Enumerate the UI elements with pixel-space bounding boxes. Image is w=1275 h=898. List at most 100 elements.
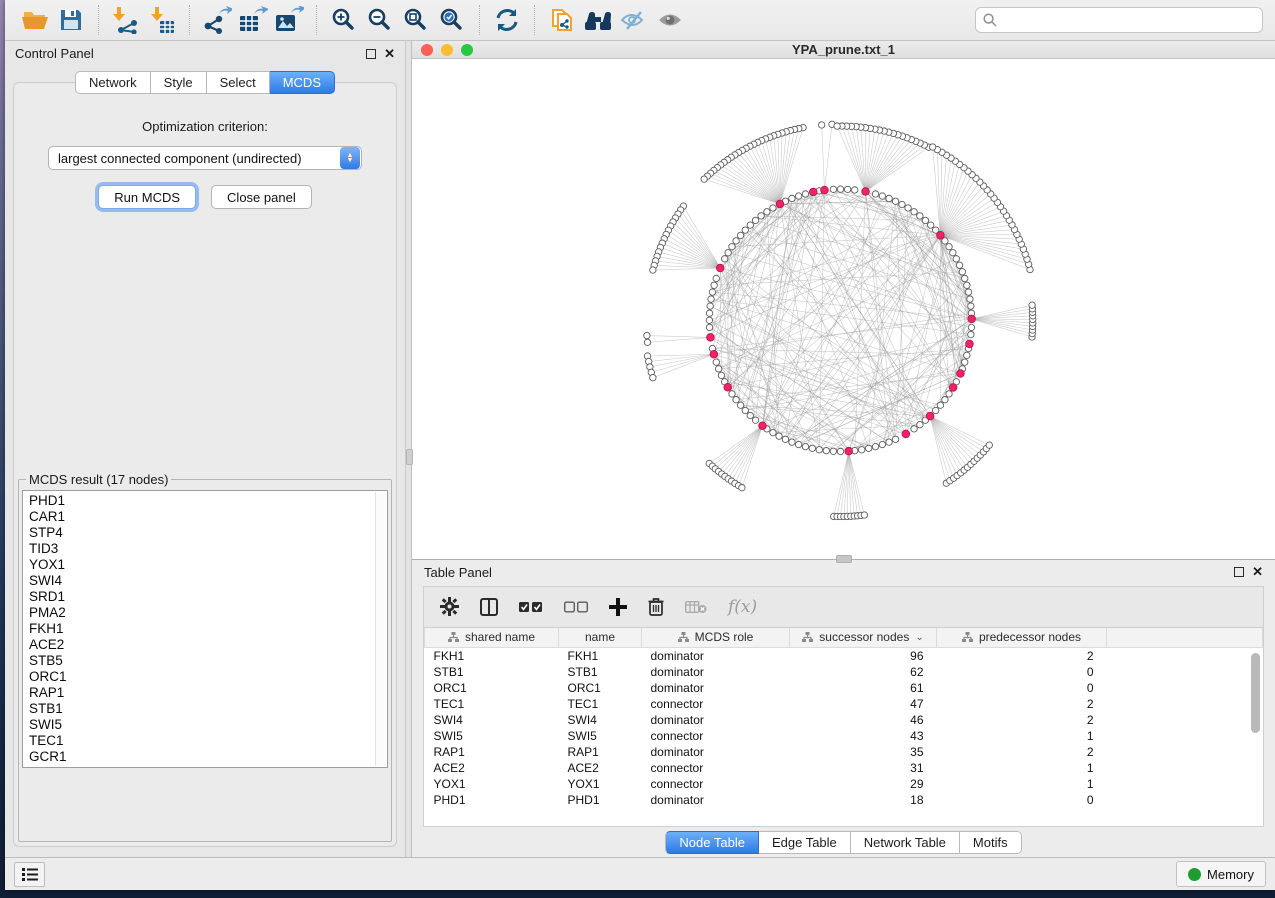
close-window-icon[interactable]: [421, 44, 433, 56]
show-all-button[interactable]: [652, 3, 688, 37]
network-node[interactable]: [968, 324, 974, 330]
network-node[interactable]: [837, 448, 843, 454]
zoom-fit-button[interactable]: [398, 3, 434, 37]
network-node[interactable]: [747, 222, 753, 228]
column-header-mcds-role[interactable]: MCDS role: [642, 628, 790, 648]
mcds-node-item[interactable]: SWI5: [29, 717, 371, 733]
network-node[interactable]: [742, 407, 748, 413]
close-table-panel-icon[interactable]: ✕: [1252, 567, 1263, 577]
network-node[interactable]: [713, 359, 719, 365]
network-node[interactable]: [859, 447, 865, 453]
export-image-button[interactable]: [271, 3, 307, 37]
show-panels-button[interactable]: [14, 862, 45, 887]
mcds-hub-node[interactable]: [957, 370, 965, 378]
table-row[interactable]: TEC1TEC1connector472: [425, 696, 1263, 712]
table-row[interactable]: FKH1FKH1dominator962: [425, 648, 1263, 664]
table-row[interactable]: YOX1YOX1connector291: [425, 776, 1263, 792]
network-node[interactable]: [962, 275, 968, 281]
table-row[interactable]: SWI4SWI4dominator462: [425, 712, 1263, 728]
search-network-button[interactable]: [580, 3, 616, 37]
mcds-node-item[interactable]: FKH1: [29, 621, 371, 637]
scrollbar-thumb[interactable]: [1251, 653, 1260, 733]
network-node[interactable]: [782, 436, 788, 442]
mcds-node-item[interactable]: RAP1: [29, 685, 371, 701]
table-row[interactable]: RAP1RAP1dominator352: [425, 744, 1263, 760]
column-header-name[interactable]: name: [559, 628, 642, 648]
network-node[interactable]: [866, 445, 872, 451]
mcds-hub-node[interactable]: [759, 422, 767, 430]
network-node[interactable]: [950, 250, 956, 256]
network-node[interactable]: [852, 187, 858, 193]
mcds-hub-node[interactable]: [966, 340, 974, 348]
network-node[interactable]: [922, 217, 928, 223]
network-node[interactable]: [830, 186, 836, 192]
network-canvas[interactable]: [412, 59, 1275, 559]
mcds-node-item[interactable]: TID3: [29, 541, 371, 557]
network-node[interactable]: [899, 201, 905, 207]
refresh-button[interactable]: [489, 3, 525, 37]
search-box[interactable]: [975, 7, 1263, 33]
network-node[interactable]: [809, 445, 815, 451]
network-node[interactable]: [917, 213, 923, 219]
tab-node-table[interactable]: Node Table: [665, 831, 759, 854]
run-mcds-button[interactable]: Run MCDS: [98, 185, 196, 209]
column-header-shared-name[interactable]: shared name: [425, 628, 559, 648]
network-node[interactable]: [837, 186, 843, 192]
network-node[interactable]: [739, 484, 745, 490]
network-node[interactable]: [795, 441, 801, 447]
network-node[interactable]: [830, 448, 836, 454]
network-node[interactable]: [892, 198, 898, 204]
network-node[interactable]: [968, 331, 974, 337]
network-node[interactable]: [937, 402, 943, 408]
table-row[interactable]: PHD1PHD1dominator180: [425, 792, 1263, 808]
network-node[interactable]: [715, 366, 721, 372]
network-node[interactable]: [725, 250, 731, 256]
network-node[interactable]: [818, 122, 824, 128]
show-columns-icon[interactable]: [480, 598, 498, 616]
network-node[interactable]: [965, 289, 971, 295]
mcds-node-item[interactable]: CAR1: [29, 509, 371, 525]
network-node[interactable]: [802, 443, 808, 449]
zoom-selected-button[interactable]: [434, 3, 470, 37]
mcds-hub-node[interactable]: [968, 315, 976, 323]
network-node[interactable]: [733, 396, 739, 402]
import-network-button[interactable]: [108, 3, 144, 37]
network-node[interactable]: [718, 372, 724, 378]
mcds-node-item[interactable]: ORC1: [29, 669, 371, 685]
network-node[interactable]: [816, 447, 822, 453]
network-node[interactable]: [946, 244, 952, 250]
network-node[interactable]: [911, 209, 917, 215]
network-node[interactable]: [706, 310, 712, 316]
network-node[interactable]: [721, 256, 727, 262]
mcds-node-item[interactable]: STB1: [29, 701, 371, 717]
tab-motifs[interactable]: Motifs: [960, 831, 1022, 854]
mcds-node-item[interactable]: TEC1: [29, 733, 371, 749]
network-node[interactable]: [956, 262, 962, 268]
mcds-hub-node[interactable]: [809, 188, 817, 196]
network-node[interactable]: [789, 195, 795, 201]
mcds-hub-node[interactable]: [949, 384, 957, 392]
network-node[interactable]: [946, 391, 952, 397]
delete-column-icon[interactable]: [648, 597, 664, 616]
network-node[interactable]: [892, 436, 898, 442]
network-node[interactable]: [711, 282, 717, 288]
network-node[interactable]: [729, 244, 735, 250]
network-node[interactable]: [1029, 302, 1035, 308]
mcds-hub-node[interactable]: [716, 264, 724, 272]
table-row[interactable]: ORC1ORC1dominator610: [425, 680, 1263, 696]
network-node[interactable]: [737, 402, 743, 408]
mcds-hub-node[interactable]: [902, 430, 910, 438]
tab-mcds[interactable]: MCDS: [270, 71, 335, 94]
network-node[interactable]: [802, 191, 808, 197]
network-node[interactable]: [707, 303, 713, 309]
mcds-hub-node[interactable]: [710, 350, 718, 358]
network-node[interactable]: [967, 296, 973, 302]
network-node[interactable]: [861, 512, 867, 518]
save-session-button[interactable]: [53, 3, 89, 37]
network-node[interactable]: [879, 441, 885, 447]
tab-network[interactable]: Network: [75, 71, 151, 94]
mcds-node-item[interactable]: SWI4: [29, 573, 371, 589]
close-panel-icon[interactable]: ✕: [384, 49, 395, 59]
export-table-button[interactable]: [235, 3, 271, 37]
network-node[interactable]: [708, 296, 714, 302]
